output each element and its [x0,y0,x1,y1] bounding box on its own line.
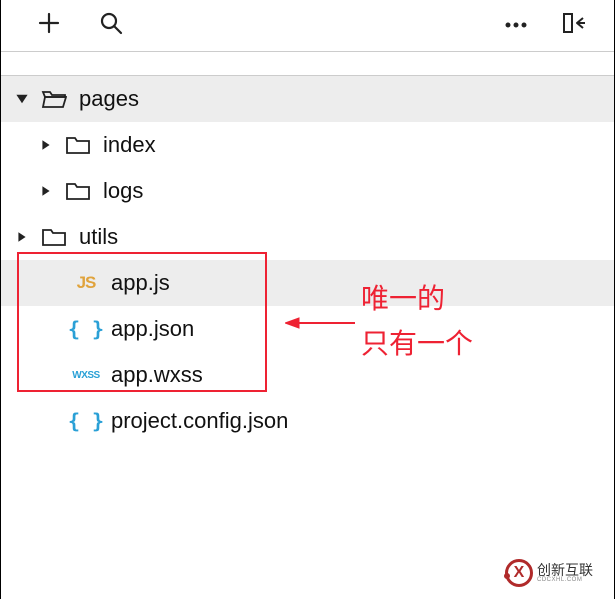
json-file-icon: { } [71,317,101,341]
tree-folder-logs[interactable]: logs [1,168,614,214]
watermark: X 创新互联 CDCXHL.COM [505,557,610,589]
annotation-line2: 只有一个 [361,323,473,368]
collapse-panel-button[interactable] [562,11,586,40]
explorer-panel: pages index logs utils JS app.js { } app… [0,0,615,599]
tree-item-label: pages [79,86,139,112]
explorer-toolbar [1,0,614,52]
tree-file-project-config[interactable]: { } project.config.json [1,398,614,444]
watermark-logo-icon: X [505,559,533,587]
chevron-down-icon[interactable] [13,92,31,106]
chevron-right-icon[interactable] [37,184,55,198]
tree-folder-utils[interactable]: utils [1,214,614,260]
tree-folder-pages[interactable]: pages [1,76,614,122]
tree-item-label: utils [79,224,118,250]
annotation-text: 唯一的 只有一个 [361,278,473,368]
tab-strip [1,52,614,76]
annotation-arrow [285,316,355,330]
folder-icon [63,181,93,201]
chevron-right-icon[interactable] [13,230,31,244]
search-button[interactable] [99,11,123,40]
folder-icon [39,227,69,247]
tree-folder-index[interactable]: index [1,122,614,168]
wxss-file-icon: WXSS [71,370,101,381]
annotation-line1: 唯一的 [361,278,473,323]
tree-item-label: app.json [111,316,194,342]
tree-item-label: app.wxss [111,362,203,388]
tree-file-app-js[interactable]: JS app.js [1,260,614,306]
folder-open-icon [39,88,69,110]
tree-item-label: project.config.json [111,408,288,434]
js-file-icon: JS [71,273,101,293]
watermark-text: 创新互联 CDCXHL.COM [537,563,593,583]
more-actions-button[interactable] [504,17,528,35]
new-file-button[interactable] [37,11,61,40]
json-file-icon: { } [71,409,101,433]
tree-item-label: logs [103,178,143,204]
chevron-right-icon[interactable] [37,138,55,152]
tree-item-label: app.js [111,270,170,296]
tree-item-label: index [103,132,156,158]
tree-file-app-wxss[interactable]: WXSS app.wxss [1,352,614,398]
file-tree: pages index logs utils JS app.js { } app… [1,76,614,444]
folder-icon [63,135,93,155]
